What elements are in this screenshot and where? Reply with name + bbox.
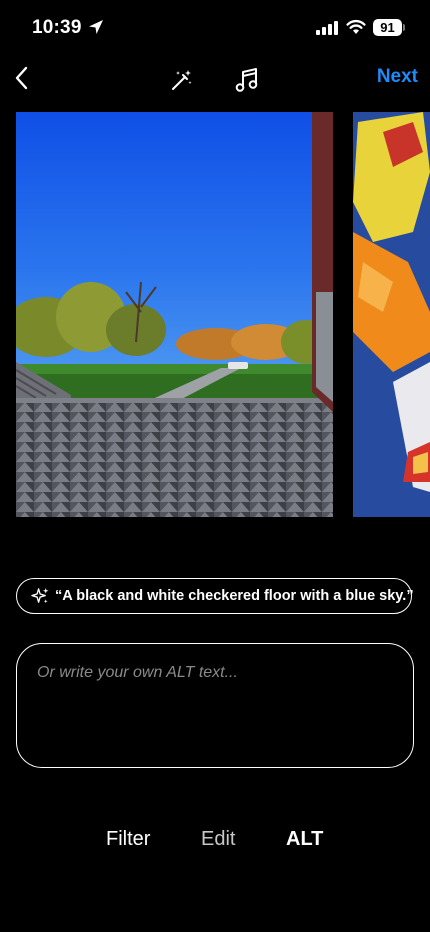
battery-level: 91 xyxy=(380,20,395,35)
back-button[interactable] xyxy=(12,64,34,92)
alt-suggestion-button[interactable]: “A black and white checkered floor with … xyxy=(16,578,414,614)
wifi-icon xyxy=(346,20,366,34)
photo-preview-next[interactable] xyxy=(353,112,430,517)
sparkles-icon xyxy=(31,587,49,603)
photo-main-scene xyxy=(16,112,333,517)
tab-edit[interactable]: Edit xyxy=(201,828,235,851)
tab-filter[interactable]: Filter xyxy=(106,828,150,851)
music-note-icon[interactable] xyxy=(235,67,259,93)
status-time: 10:39 xyxy=(32,17,82,38)
alt-suggestion-text: “A black and white checkered floor with … xyxy=(55,588,414,604)
magic-wand-icon[interactable] xyxy=(170,68,194,92)
alt-text-input[interactable]: Or write your own ALT text... xyxy=(16,643,414,768)
cellular-signal-icon xyxy=(316,21,338,35)
alt-text-placeholder: Or write your own ALT text... xyxy=(37,664,238,681)
battery-nub xyxy=(403,24,405,31)
photo-second-scene xyxy=(353,112,430,517)
next-button[interactable]: Next xyxy=(362,66,418,88)
location-arrow-icon xyxy=(89,20,103,34)
photo-preview-main[interactable] xyxy=(16,112,333,517)
battery-icon: 91 xyxy=(373,19,402,36)
tab-alt[interactable]: ALT xyxy=(286,828,323,851)
